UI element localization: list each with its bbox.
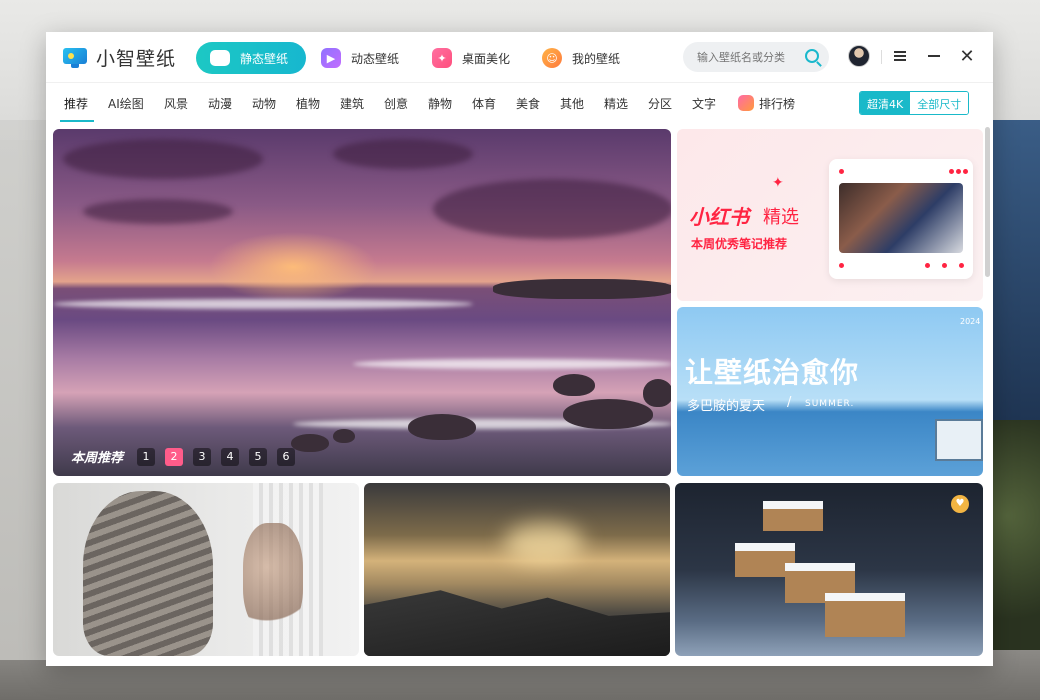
category-still-life[interactable]: 静物 (428, 95, 452, 112)
vip-badge-icon: ♥ (951, 495, 969, 513)
carousel-page-6[interactable]: 6 (277, 447, 296, 466)
category-text[interactable]: 文字 (692, 95, 716, 112)
search-icon[interactable] (805, 49, 819, 63)
user-avatar[interactable] (848, 45, 870, 67)
tab-static-wallpaper[interactable]: 静态壁纸 (196, 42, 306, 74)
carousel-page-5[interactable]: 5 (249, 447, 268, 466)
category-architecture[interactable]: 建筑 (340, 95, 364, 112)
summer-healing-banner[interactable]: 2024 让壁纸治愈你 多巴胺的夏天 / SUMMER. (677, 307, 983, 476)
xhs-subtitle: 本周优秀笔记推荐 (691, 237, 788, 251)
image-icon (210, 50, 230, 66)
search-input[interactable] (697, 50, 797, 64)
wallpaper-snow-cabins[interactable]: ♥ (675, 483, 983, 656)
category-ranking[interactable]: 排行榜 (738, 95, 795, 112)
title-bar: 小智壁纸 静态壁纸 ▶ 动态壁纸 ✦ 桌面美化 ☺ 我的壁纸 ✕ (46, 32, 993, 82)
active-tab-indicator (60, 120, 94, 122)
wallpaper-grid: 本周推荐 1 2 3 4 5 6 ✦ 小红书 精选 本周优秀笔记推荐 2024 … (46, 124, 993, 666)
divider (881, 50, 882, 64)
category-other[interactable]: 其他 (560, 95, 584, 112)
wallpaper-sea-rocks[interactable] (364, 483, 670, 656)
hero-label: 本周推荐 (71, 451, 124, 466)
category-scenery[interactable]: 风景 (164, 95, 188, 112)
all-sizes-button[interactable]: 全部尺寸 (910, 92, 969, 114)
sparkle-icon: ✦ (432, 48, 452, 68)
carousel-page-1[interactable]: 1 (137, 447, 156, 466)
app-logo: 小智壁纸 (62, 44, 176, 71)
xiaohongshu-banner[interactable]: ✦ 小红书 精选 本周优秀笔记推荐 (677, 129, 983, 301)
banner-slash: / (787, 395, 792, 410)
tab-label: 桌面美化 (462, 51, 511, 66)
category-anime[interactable]: 动漫 (208, 95, 232, 112)
tab-desktop-beautify[interactable]: ✦ 桌面美化 (432, 42, 510, 74)
category-ai[interactable]: AI绘图 (108, 95, 144, 112)
app-window: 小智壁纸 静态壁纸 ▶ 动态壁纸 ✦ 桌面美化 ☺ 我的壁纸 ✕ 推荐 A (46, 32, 993, 666)
preview-card (829, 159, 973, 279)
close-icon[interactable]: ✕ (956, 45, 978, 67)
banner-title: 让壁纸治愈你 (685, 356, 860, 389)
carousel-page-3[interactable]: 3 (193, 447, 212, 466)
category-sports[interactable]: 体育 (472, 95, 496, 112)
resolution-toggle: 超清4K 全部尺寸 (859, 91, 970, 115)
rocks (364, 590, 670, 656)
flower (243, 523, 303, 633)
category-plants[interactable]: 植物 (296, 95, 320, 112)
hero-carousel[interactable]: 本周推荐 1 2 3 4 5 6 (53, 129, 671, 476)
tab-label: 静态壁纸 (240, 51, 289, 66)
carousel-page-2[interactable]: 2 (165, 447, 184, 466)
cat-figure (83, 491, 213, 656)
lifeguard-hut (935, 419, 983, 461)
category-featured[interactable]: 精选 (604, 95, 628, 112)
carousel-page-4[interactable]: 4 (221, 447, 240, 466)
preview-image (839, 183, 963, 253)
ranking-label: 排行榜 (759, 97, 796, 111)
search-box[interactable] (683, 42, 829, 72)
app-name: 小智壁纸 (96, 48, 177, 70)
tab-dynamic-wallpaper[interactable]: ▶ 动态壁纸 (321, 42, 399, 74)
category-bar: 推荐 AI绘图 风景 动漫 动物 植物 建筑 创意 静物 体育 美食 其他 精选… (46, 82, 993, 122)
uhd-4k-button[interactable]: 超清4K (860, 92, 911, 114)
category-creative[interactable]: 创意 (384, 95, 408, 112)
wallpaper-cat[interactable] (53, 483, 359, 656)
category-food[interactable]: 美食 (516, 95, 540, 112)
tab-label: 动态壁纸 (351, 51, 400, 66)
xhs-brand: 小红书 (689, 205, 749, 229)
monitor-logo-icon (62, 47, 88, 69)
carousel-caption: 本周推荐 1 2 3 4 5 6 (71, 447, 305, 466)
xhs-select: 精选 (763, 207, 799, 228)
category-zones[interactable]: 分区 (648, 95, 672, 112)
tab-label: 我的壁纸 (572, 51, 621, 66)
menu-icon[interactable] (889, 45, 911, 67)
star-icon: ✦ (772, 175, 784, 191)
banner-en: SUMMER. (805, 399, 855, 409)
scrollbar[interactable] (985, 127, 990, 277)
trophy-icon (738, 95, 754, 111)
category-recommend[interactable]: 推荐 (64, 95, 88, 112)
banner-subtitle: 多巴胺的夏天 (687, 399, 766, 414)
tab-my-wallpaper[interactable]: ☺ 我的壁纸 (542, 42, 620, 74)
play-icon: ▶ (321, 48, 341, 68)
minimize-icon[interactable] (923, 45, 945, 67)
smiley-icon: ☺ (542, 48, 562, 68)
category-animals[interactable]: 动物 (252, 95, 276, 112)
banner-year: 2024 (960, 317, 981, 326)
